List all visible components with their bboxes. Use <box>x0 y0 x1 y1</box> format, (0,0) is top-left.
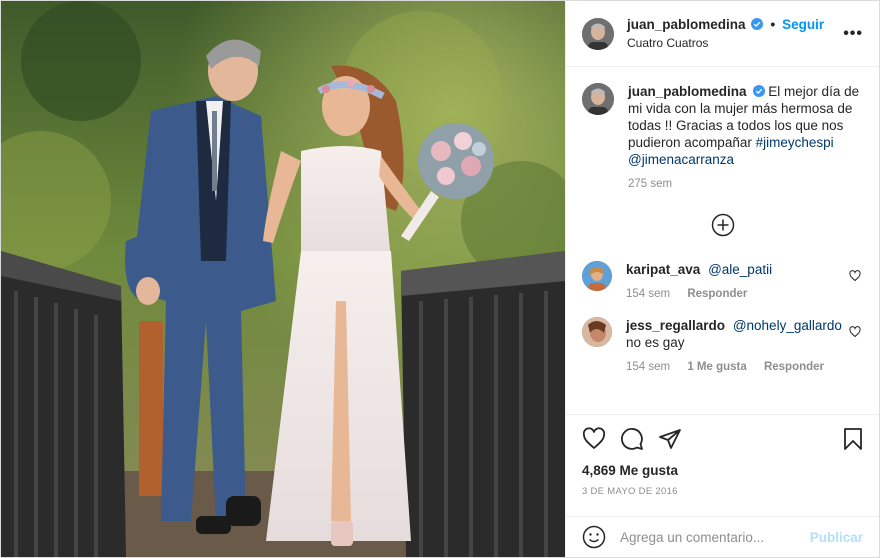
caption: juan_pablomedina El mejor día de mi vida… <box>582 83 863 191</box>
commenter-avatar[interactable] <box>582 317 612 347</box>
comment-text: no es gay <box>626 335 685 350</box>
post-date[interactable]: 3 DE MAYO DE 2016 <box>566 480 879 508</box>
separator-dot: • <box>770 16 776 32</box>
like-heart-icon[interactable] <box>582 426 606 451</box>
load-more-comments-icon[interactable] <box>711 213 735 237</box>
more-options-icon[interactable]: ••• <box>843 25 863 43</box>
comment-time[interactable]: 154 sem <box>626 361 670 373</box>
comment-likes[interactable]: 1 Me gusta <box>687 361 746 373</box>
comment-input[interactable] <box>620 529 810 545</box>
reply-button[interactable]: Responder <box>764 361 824 373</box>
caption-hashtag[interactable]: #jimeychespi <box>756 135 834 150</box>
share-paper-plane-icon[interactable] <box>658 427 682 451</box>
verified-badge-icon <box>751 18 764 30</box>
commenter-username[interactable]: jess_regallardo <box>626 318 725 333</box>
author-username[interactable]: juan_pablomedina <box>627 17 746 32</box>
save-bookmark-icon[interactable] <box>841 427 865 451</box>
follow-button[interactable]: Seguir <box>782 17 824 32</box>
post-header: juan_pablomedina • Seguir Cuatro Cuatros… <box>566 1 879 67</box>
like-comment-icon[interactable] <box>849 326 861 338</box>
publish-button[interactable]: Publicar <box>810 530 863 545</box>
post-photo[interactable] <box>1 1 565 557</box>
comment-time[interactable]: 154 sem <box>626 288 670 300</box>
commenter-avatar[interactable] <box>582 261 612 291</box>
emoji-icon[interactable] <box>582 525 606 549</box>
comments-list: juan_pablomedina El mejor día de mi vida… <box>566 67 879 414</box>
likes-count[interactable]: 4,869 Me gusta <box>566 462 879 480</box>
post-sidebar: juan_pablomedina • Seguir Cuatro Cuatros… <box>565 1 879 557</box>
author-avatar[interactable] <box>582 17 614 50</box>
caption-username[interactable]: juan_pablomedina <box>628 84 747 99</box>
like-comment-icon[interactable] <box>849 270 861 282</box>
post-dialog: juan_pablomedina • Seguir Cuatro Cuatros… <box>0 0 880 558</box>
location-link[interactable]: Cuatro Cuatros <box>627 35 824 51</box>
caption-time[interactable]: 275 sem <box>628 178 672 190</box>
comment-item: karipat_ava @ale_patii 154 sem Responder <box>582 261 863 301</box>
add-comment-bar: Publicar <box>566 516 879 557</box>
caption-mention[interactable]: @jimenacarranza <box>628 152 734 167</box>
comment-mention[interactable]: @nohely_gallardo <box>733 318 842 333</box>
wedding-photo <box>1 1 565 557</box>
commenter-username[interactable]: karipat_ava <box>626 262 700 277</box>
post-actions <box>566 414 879 462</box>
comment-item: jess_regallardo @nohely_gallardo no es g… <box>582 317 863 374</box>
verified-badge-icon <box>752 85 765 97</box>
comment-mention[interactable]: @ale_patii <box>708 262 772 277</box>
reply-button[interactable]: Responder <box>687 288 747 300</box>
caption-avatar[interactable] <box>582 83 614 115</box>
comment-bubble-icon[interactable] <box>620 427 644 451</box>
